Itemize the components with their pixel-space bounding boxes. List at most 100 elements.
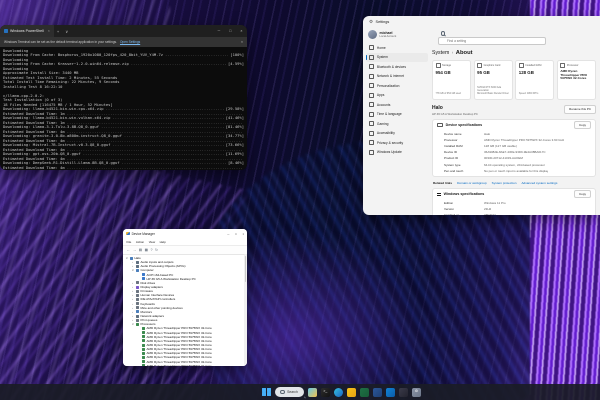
- settings-titlebar[interactable]: ⚙ Settings: [363, 16, 600, 27]
- sidebar-item-apps[interactable]: Apps: [366, 91, 428, 101]
- avatar: [368, 30, 377, 39]
- taskbar-photos-icon[interactable]: [398, 387, 408, 397]
- device-manager-toolbar: ← → ▤ ▦? ↻: [123, 245, 247, 255]
- menu-help[interactable]: Help: [160, 240, 166, 244]
- mouse-icon: [136, 306, 139, 310]
- menu-view[interactable]: View: [149, 240, 155, 244]
- sidebar-item-accounts[interactable]: Accounts: [366, 100, 428, 110]
- show-console-tree-icon[interactable]: ▤: [139, 248, 142, 252]
- terminal-titlebar[interactable]: Windows PowerShell × + ∨ ─ □ ×: [0, 25, 247, 37]
- banner-close-icon[interactable]: ×: [241, 40, 243, 44]
- device-specifications-header[interactable]: Device specifications Copy: [433, 120, 595, 131]
- sidebar-item-label: Accounts: [376, 102, 391, 107]
- device-manager-icon: [126, 231, 130, 236]
- sidebar-item-time-language[interactable]: Time & language: [366, 110, 428, 120]
- terminal-tab-title: Windows PowerShell: [10, 29, 44, 33]
- terminal-line-text: Installing Test 8 16:22:10: [3, 83, 63, 89]
- terminal-tab[interactable]: Windows PowerShell ×: [0, 25, 54, 37]
- spec-row-value: 3/5/2024: [484, 212, 496, 215]
- help-icon[interactable]: ?: [151, 248, 153, 252]
- sidebar-item-network-internet[interactable]: Network & internet: [366, 72, 428, 82]
- tree-item-amd-ryzen-threadripper-pro-5975wx-32-core[interactable]: AMD Ryzen Threadripper PRO 5975WX 32-Cor…: [123, 364, 247, 366]
- progress-percent: [100%]: [230, 52, 244, 57]
- device-specifications-card: Device specifications Copy Device name Ha…: [432, 118, 596, 178]
- taskbar-word-icon[interactable]: [372, 387, 382, 397]
- properties-icon[interactable]: ▦: [145, 248, 148, 252]
- computer-blue-icon: [142, 277, 145, 281]
- personalization-icon: [369, 83, 375, 89]
- sidebar-item-label: System: [376, 55, 388, 60]
- taskbar-terminal-icon[interactable]: >_: [320, 387, 330, 397]
- taskbar-edge-icon[interactable]: [333, 387, 343, 397]
- settings-sidebar: michael Local Account Home System Bluetoot…: [363, 27, 430, 215]
- related-link-domain-or-workgroup[interactable]: Domain or workgroup: [457, 181, 487, 185]
- sidebar-item-home[interactable]: Home: [366, 43, 428, 53]
- card-subtext: Speed: 4800 MT/s: [518, 92, 539, 96]
- sidebar-item-bluetooth-devices[interactable]: Bluetooth & devices: [366, 62, 428, 72]
- computer-root-icon: [130, 256, 133, 260]
- sidebar-item-accessibility[interactable]: Accessibility: [366, 129, 428, 139]
- sidebar-item-system[interactable]: System: [366, 52, 428, 62]
- maximize-icon[interactable]: □: [225, 29, 236, 33]
- refresh-icon[interactable]: ↻: [155, 248, 158, 252]
- open-settings-link[interactable]: Open Settings: [120, 40, 140, 44]
- new-tab-icon[interactable]: +: [54, 29, 62, 34]
- taskbar-store-icon[interactable]: [385, 387, 395, 397]
- user-account[interactable]: michael Local Account: [368, 30, 428, 39]
- scrollbar[interactable]: [244, 254, 247, 365]
- forward-icon[interactable]: →: [133, 248, 137, 252]
- back-icon[interactable]: ←: [127, 248, 131, 252]
- collapse-icon[interactable]: ∨: [125, 256, 129, 260]
- device-name: Halo: [432, 104, 443, 111]
- related-link-system-protection[interactable]: System protection: [492, 181, 517, 185]
- sidebar-item-privacy-security[interactable]: Privacy & security: [366, 138, 428, 148]
- taskbar-excel-icon[interactable]: [359, 387, 369, 397]
- taskbar-settings-icon[interactable]: ⚙: [411, 387, 421, 397]
- sidebar-item-personalization[interactable]: Personalization: [366, 81, 428, 91]
- copy-button[interactable]: Copy: [573, 121, 591, 129]
- windows-specifications-header[interactable]: Windows specifications Copy: [433, 189, 595, 200]
- spec-row-label: Installed on: [444, 212, 484, 215]
- accessibility-icon: [369, 130, 375, 136]
- rename-pc-button[interactable]: Rename this PC: [564, 104, 596, 114]
- banner-text: Windows Terminal can be set as the defau…: [4, 40, 117, 44]
- sidebar-item-gaming[interactable]: Gaming: [366, 119, 428, 129]
- minimize-icon[interactable]: ─: [225, 232, 233, 236]
- cpu-icon: [142, 360, 145, 364]
- menu-action[interactable]: Action: [136, 240, 144, 244]
- taskbar-search[interactable]: Search: [275, 387, 304, 397]
- related-link-advanced-system-settings[interactable]: Advanced system settings: [521, 181, 557, 185]
- privacy-security-icon: [369, 140, 375, 146]
- search-input[interactable]: [438, 37, 546, 45]
- taskbar-widgets-weather-icon[interactable]: [307, 387, 317, 397]
- scrollbar-thumb[interactable]: [244, 256, 247, 282]
- maximize-icon[interactable]: □: [232, 232, 239, 236]
- start-button[interactable]: [262, 387, 271, 397]
- card-label: Installed RAM: [525, 64, 542, 67]
- tab-close-icon[interactable]: ×: [48, 29, 50, 33]
- collapse-icon[interactable]: ∨: [131, 322, 135, 326]
- collapse-icon[interactable]: ∨: [131, 268, 135, 272]
- close-icon[interactable]: ×: [240, 232, 247, 236]
- dot-leader: ........................................…: [130, 62, 226, 66]
- taskbar-file-explorer-icon[interactable]: [346, 387, 356, 397]
- graphics-card-icon: [477, 63, 483, 68]
- related-links-label: Related links: [433, 180, 453, 185]
- sidebar-item-windows-update[interactable]: Windows Update: [366, 148, 428, 158]
- device-specifications-rows: Device name Halo Processor AMD Ryzen Thread…: [433, 131, 595, 177]
- breadcrumb-system[interactable]: System: [432, 50, 449, 56]
- card-header: Graphics Card: [477, 63, 509, 68]
- firmware-icon: [136, 289, 139, 293]
- breadcrumb: System › About: [432, 50, 596, 56]
- system-icon: [369, 54, 375, 60]
- close-icon[interactable]: ×: [236, 29, 247, 33]
- minimize-icon[interactable]: ─: [213, 29, 225, 33]
- about-card-processor: Processor AMD Ryzen Threadripper PRO 5975…: [556, 59, 596, 100]
- device-manager-titlebar[interactable]: Device Manager ─ □ ×: [123, 229, 247, 238]
- menu-file[interactable]: File: [127, 240, 132, 244]
- computer-icon: [136, 268, 139, 272]
- copy-button[interactable]: Copy: [573, 190, 591, 199]
- card-subtext: NVIDIA RTX 6000 Ada Generation Microsoft…: [477, 86, 509, 96]
- tab-dropdown-icon[interactable]: ∨: [62, 29, 71, 34]
- terminal-line-text: Estimated Download Time: 4m: [3, 164, 65, 170]
